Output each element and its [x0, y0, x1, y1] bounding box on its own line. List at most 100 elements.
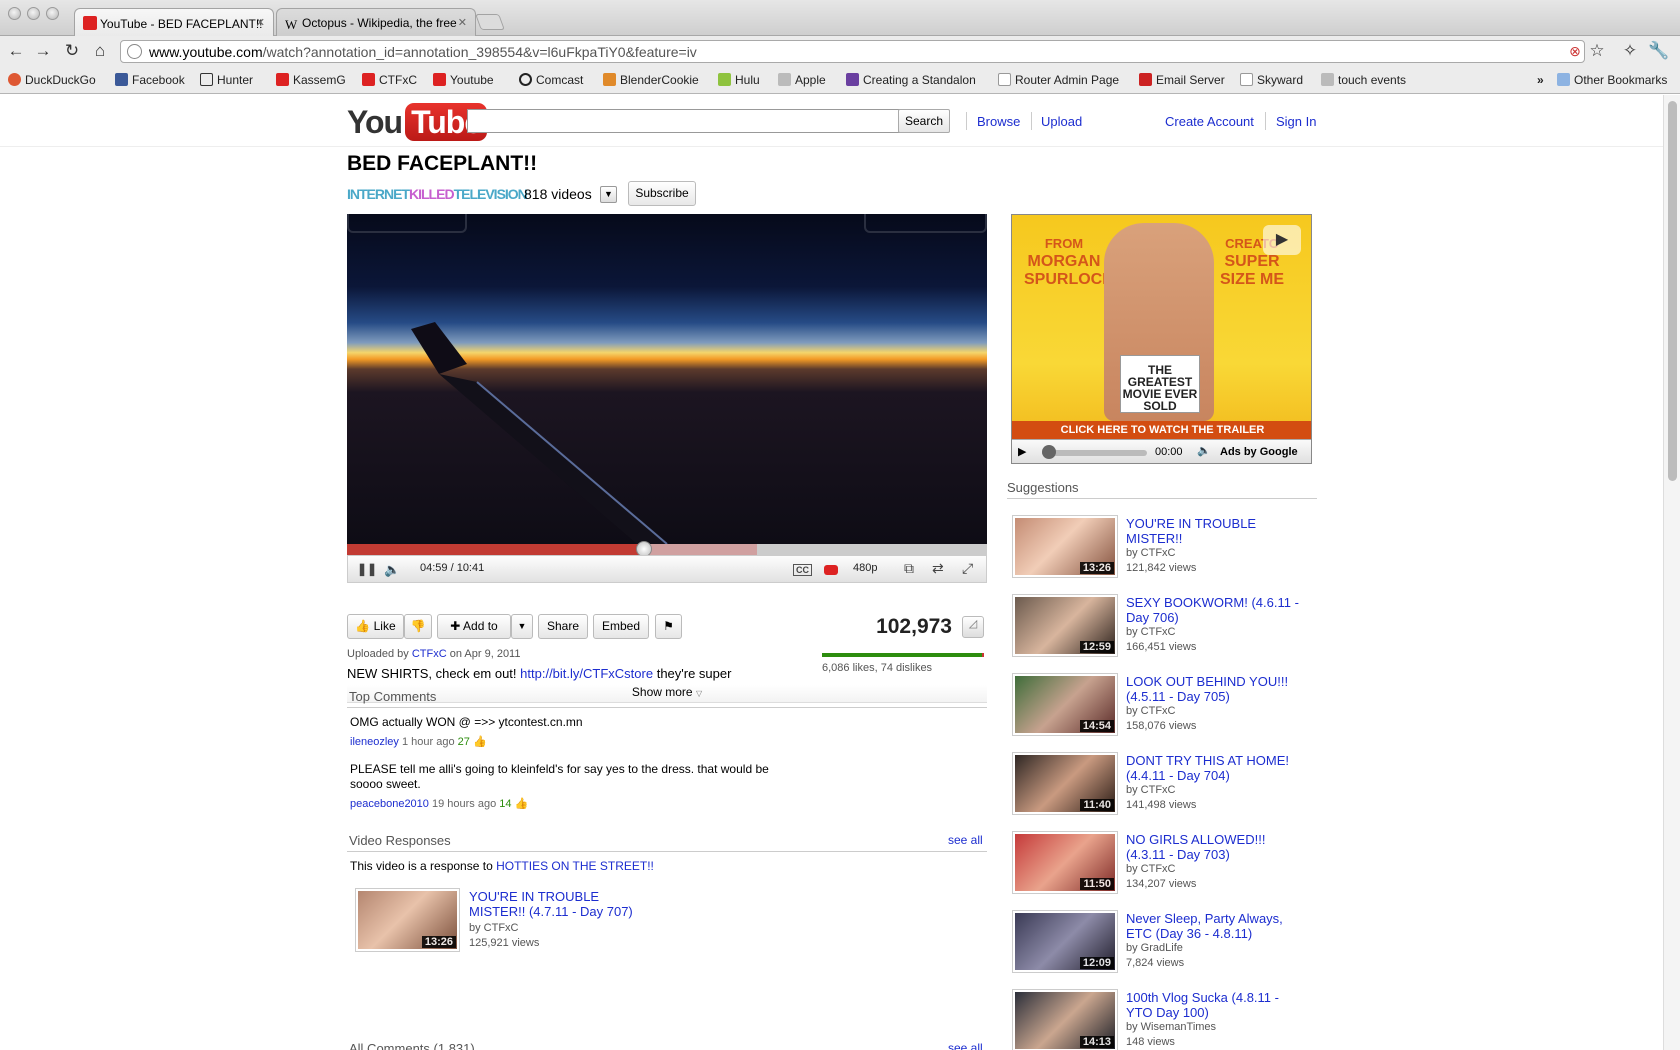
bookmark-star-icon[interactable]: ☆: [1587, 41, 1607, 61]
like-button[interactable]: 👍 Like: [347, 614, 404, 639]
expand-icon[interactable]: ⇄: [932, 560, 944, 577]
suggestion-thumbnail[interactable]: 11:50: [1012, 831, 1118, 894]
pause-icon[interactable]: ❚❚: [357, 562, 377, 576]
suggestion-title[interactable]: NO GIRLS ALLOWED!!! (4.3.11 - Day 703): [1126, 832, 1306, 862]
ad-scrubber-handle[interactable]: [1042, 445, 1056, 459]
play-icon[interactable]: ▶: [1263, 225, 1301, 255]
thumbnail-image: 12:59: [1015, 597, 1115, 654]
volume-icon[interactable]: 🔈: [1197, 444, 1211, 457]
ad-progress-bar[interactable]: [1042, 450, 1147, 456]
search-input[interactable]: [467, 109, 900, 133]
page-scrollbar[interactable]: [1663, 95, 1680, 1050]
extension-icon[interactable]: ✧: [1620, 41, 1640, 61]
new-tab-button[interactable]: [475, 14, 505, 30]
bookmark-item[interactable]: Creating a Standalon: [846, 73, 976, 87]
annotations-icon[interactable]: [824, 565, 838, 575]
bookmark-item[interactable]: KassemG: [276, 73, 346, 87]
share-button[interactable]: Share: [538, 614, 588, 639]
zoom-window-button[interactable]: [46, 7, 59, 20]
bookmark-item[interactable]: Router Admin Page: [998, 73, 1119, 87]
subscribe-button[interactable]: Subscribe: [628, 181, 696, 206]
blocked-cookies-icon[interactable]: ⊗: [1565, 41, 1585, 61]
embed-button[interactable]: Embed: [593, 614, 649, 639]
close-tab-icon[interactable]: ✕: [256, 16, 265, 29]
comment-user[interactable]: ileneozley: [350, 736, 399, 748]
popout-icon[interactable]: ⧉: [904, 560, 914, 577]
bookmark-item[interactable]: CTFxC: [362, 73, 417, 87]
other-bookmarks[interactable]: Other Bookmarks: [1557, 73, 1667, 87]
suggestion-thumbnail[interactable]: 14:54: [1012, 673, 1118, 736]
add-to-dropdown[interactable]: ▼: [511, 614, 533, 639]
fullscreen-icon[interactable]: ⤢: [962, 560, 973, 577]
minimize-window-button[interactable]: [27, 7, 40, 20]
suggestion-thumbnail[interactable]: 12:59: [1012, 594, 1118, 657]
bookmark-item[interactable]: Email Server: [1139, 73, 1225, 87]
sign-in-link[interactable]: Sign In: [1276, 114, 1316, 129]
see-all-responses-link[interactable]: see all: [948, 833, 983, 847]
bookmark-item[interactable]: Skyward: [1240, 73, 1303, 87]
suggestion-title[interactable]: Never Sleep, Party Always, ETC (Day 36 -…: [1126, 911, 1306, 941]
create-account-link[interactable]: Create Account: [1165, 114, 1254, 129]
browse-link[interactable]: Browse: [977, 114, 1020, 129]
wrench-icon[interactable]: 🔧: [1648, 41, 1669, 61]
bookmark-item[interactable]: DuckDuckGo: [8, 73, 96, 87]
response-link[interactable]: HOTTIES ON THE STREET!!: [496, 859, 654, 873]
tab-wikipedia[interactable]: W Octopus - Wikipedia, the free ✕: [276, 8, 476, 36]
dislike-button[interactable]: 👎: [404, 614, 432, 639]
thumbs-up-icon[interactable]: 👍: [515, 798, 529, 810]
response-title[interactable]: YOU'RE IN TROUBLE MISTER!! (4.7.11 - Day…: [469, 889, 649, 919]
bookmark-item[interactable]: Facebook: [115, 73, 185, 87]
video-player[interactable]: [347, 214, 987, 544]
back-icon[interactable]: ←: [6, 41, 26, 61]
channel-logo[interactable]: INTERNETKILLEDTELEVISION: [347, 186, 528, 202]
suggestion-thumbnail[interactable]: 11:40: [1012, 752, 1118, 815]
search-button[interactable]: Search: [898, 109, 950, 133]
suggestion-title[interactable]: DONT TRY THIS AT HOME! (4.4.11 - Day 704…: [1126, 753, 1306, 783]
comment-user[interactable]: peacebone2010: [350, 798, 429, 810]
forward-icon[interactable]: →: [33, 41, 53, 61]
suggestion-title[interactable]: SEXY BOOKWORM! (4.6.11 - Day 706): [1126, 595, 1306, 625]
close-tab-icon[interactable]: ✕: [458, 16, 467, 29]
video-progress-bar[interactable]: [347, 541, 987, 557]
close-window-button[interactable]: [8, 7, 21, 20]
show-more-button[interactable]: Show more ▽: [347, 685, 987, 703]
reload-icon[interactable]: ↻: [62, 41, 82, 61]
cc-button[interactable]: CC: [793, 564, 812, 576]
add-to-button[interactable]: ✚ Add to: [437, 614, 511, 639]
tab-youtube[interactable]: YouTube - BED FACEPLANT!! ✕: [74, 8, 274, 36]
stats-button[interactable]: ◿: [962, 616, 984, 638]
play-icon[interactable]: ▶: [1018, 445, 1026, 458]
ads-by-google[interactable]: Ads by Google: [1220, 446, 1298, 458]
scrollbar-thumb[interactable]: [1668, 101, 1677, 481]
url-host: www.youtube.com: [149, 44, 263, 60]
home-icon[interactable]: ⌂: [90, 41, 110, 61]
address-bar[interactable]: www.youtube.com/watch?annotation_id=anno…: [120, 40, 1585, 63]
see-all-comments-link[interactable]: see all: [948, 1041, 983, 1050]
bookmark-item[interactable]: BlenderCookie: [603, 73, 699, 87]
upload-link[interactable]: Upload: [1041, 114, 1082, 129]
uploader-link[interactable]: CTFxC: [412, 648, 447, 660]
bookmark-item[interactable]: Hulu: [718, 73, 760, 87]
description-link[interactable]: http://bit.ly/CTFxCstore: [520, 666, 653, 681]
ad-banner[interactable]: FROM MORGAN SPURLOCK THE GREATEST MOVIE …: [1011, 214, 1312, 464]
suggestion-thumbnail[interactable]: 14:13: [1012, 989, 1118, 1050]
bookmarks-overflow-chevron[interactable]: »: [1537, 73, 1544, 87]
bookmark-item[interactable]: Comcast: [519, 73, 583, 87]
flag-button[interactable]: ⚑: [655, 614, 682, 639]
bookmark-item[interactable]: touch events: [1321, 73, 1406, 87]
suggestion-thumbnail[interactable]: 13:26: [1012, 515, 1118, 578]
ad-cta[interactable]: CLICK HERE TO WATCH THE TRAILER: [1012, 421, 1311, 439]
volume-icon[interactable]: 🔈: [384, 562, 400, 578]
suggestion-thumbnail[interactable]: 12:09: [1012, 910, 1118, 973]
bookmark-item[interactable]: Hunter: [200, 73, 253, 87]
response-thumbnail[interactable]: 13:26: [355, 888, 460, 952]
suggestion-title[interactable]: 100th Vlog Sucka (4.8.11 - YTO Day 100): [1126, 990, 1306, 1020]
divider: [347, 707, 987, 708]
suggestion-title[interactable]: LOOK OUT BEHIND YOU!!! (4.5.11 - Day 705…: [1126, 674, 1306, 704]
thumbs-up-icon[interactable]: 👍: [473, 736, 487, 748]
quality-selector[interactable]: 480p: [853, 562, 877, 574]
chevron-down-icon[interactable]: ▼: [600, 186, 617, 203]
bookmark-item[interactable]: Youtube: [433, 73, 494, 87]
suggestion-title[interactable]: YOU'RE IN TROUBLE MISTER!!: [1126, 516, 1306, 546]
bookmark-item[interactable]: Apple: [778, 73, 826, 87]
